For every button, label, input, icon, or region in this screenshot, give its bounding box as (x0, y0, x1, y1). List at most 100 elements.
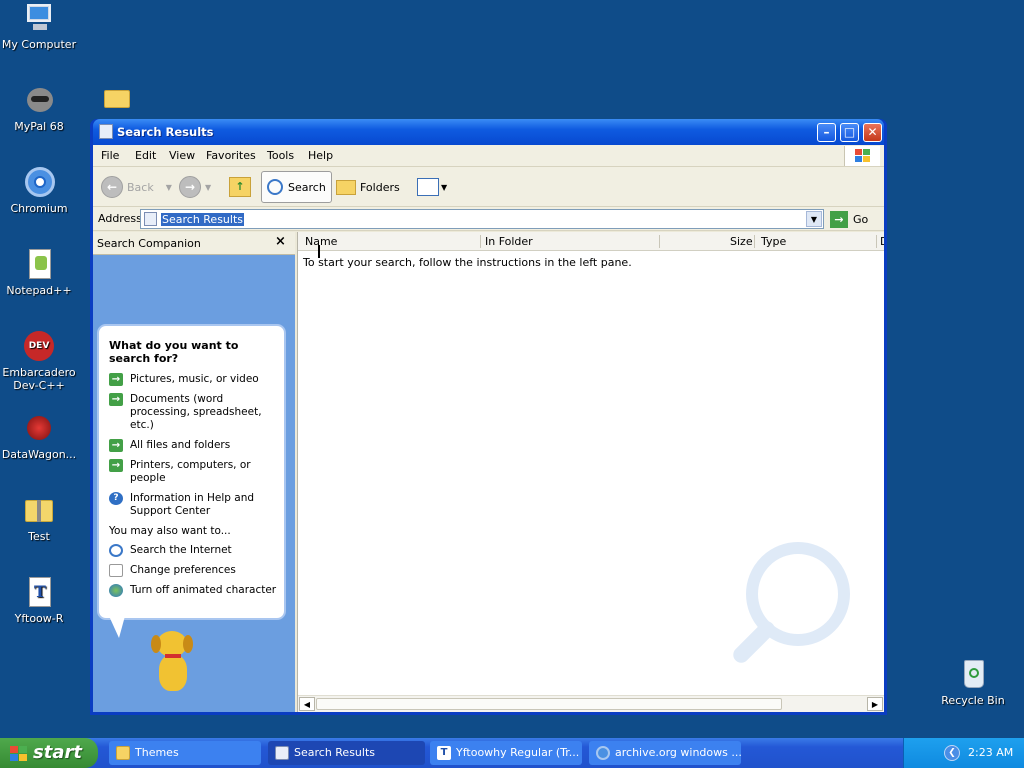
scroll-left-icon[interactable]: ◀ (299, 697, 315, 711)
menu-edit[interactable]: Edit (135, 149, 156, 162)
column-date[interactable]: D (880, 235, 884, 248)
task-themes[interactable]: Themes (109, 741, 261, 765)
menu-file[interactable]: File (101, 149, 119, 162)
results-pane: Name In Folder Size Type D To start your… (297, 232, 884, 712)
desktop-icon-label: Chromium (10, 202, 68, 215)
search-companion-header: Search Companion × (93, 232, 295, 255)
option-documents[interactable]: → Documents (word processing, spreadshee… (109, 393, 284, 432)
go-button[interactable]: → Go (830, 210, 868, 228)
task-label: archive.org windows ... (615, 746, 741, 759)
option-label: Turn off animated character (130, 584, 277, 596)
folders-icon (336, 179, 356, 195)
desktop-icon-label: MyPal 68 (14, 120, 64, 133)
back-arrow-icon: ← (101, 176, 123, 198)
search-dog-character-icon[interactable] (143, 627, 203, 697)
task-label: Search Results (294, 746, 376, 759)
search-question: What do you want to search for? (109, 339, 239, 365)
back-dropdown-icon: ▼ (165, 182, 172, 192)
desktop-icon-notepadpp[interactable]: Notepad++ (0, 248, 78, 297)
task-search-results[interactable]: Search Results (268, 741, 425, 765)
desktop-icon-datawagon[interactable]: DataWagon... (0, 412, 78, 461)
views-button[interactable]: ▼ (417, 171, 447, 203)
panes: Search Companion × What do you want to s… (93, 232, 884, 712)
scroll-right-icon[interactable]: ▶ (867, 697, 883, 711)
column-name[interactable]: Name (305, 235, 337, 248)
balloon-tail (109, 616, 125, 638)
search-options-balloon: What do you want to search for? → Pictur… (97, 324, 286, 620)
menu-view[interactable]: View (169, 149, 195, 162)
option-printers[interactable]: → Printers, computers, or people (109, 459, 284, 485)
menu-help[interactable]: Help (308, 149, 333, 162)
system-tray: ❮ 2:23 AM (903, 738, 1024, 768)
desktop-icon-recycle-bin[interactable]: Recycle Bin (934, 658, 1012, 707)
help-icon: ? (109, 492, 123, 505)
address-input[interactable]: Search Results ▼ (140, 209, 824, 229)
text-cursor-icon (318, 245, 320, 258)
minimize-button[interactable]: – (817, 123, 836, 142)
green-arrow-icon: → (109, 373, 123, 386)
desktop-icon-test[interactable]: Test (0, 494, 78, 543)
option-pictures[interactable]: → Pictures, music, or video (109, 373, 284, 386)
results-column-header: Name In Folder Size Type D (298, 232, 884, 251)
desktop-icon-yftoow[interactable]: T Yftoow-R (0, 576, 78, 625)
option-turn-off-character[interactable]: Turn off animated character (109, 584, 284, 597)
desktop-icon-chromium[interactable]: Chromium (0, 166, 78, 215)
start-button[interactable]: start (0, 738, 98, 768)
desktop-icon-my-computer[interactable]: My Computer (0, 2, 78, 51)
tray-expand-chevron-icon[interactable]: ❮ (944, 745, 960, 761)
computer-icon (23, 2, 55, 34)
scroll-thumb[interactable] (316, 698, 782, 710)
search-window-icon (99, 124, 113, 139)
search-results-window: Search Results – □ ✕ File Edit View Favo… (90, 119, 887, 715)
task-archive-org[interactable]: archive.org windows ... (589, 741, 741, 765)
option-search-internet[interactable]: Search the Internet (109, 544, 284, 557)
chromium-icon (23, 166, 55, 198)
address-dropdown-icon[interactable]: ▼ (806, 211, 822, 227)
minimize-icon: – (823, 125, 830, 139)
menu-favorites[interactable]: Favorites (206, 149, 256, 162)
desktop-icon-mypal[interactable]: MyPal 68 (0, 84, 78, 133)
back-label: Back (127, 180, 154, 194)
forward-button[interactable]: → ▼ (179, 171, 211, 203)
start-label: start (33, 742, 82, 763)
menu-tools[interactable]: Tools (267, 149, 294, 162)
views-dropdown-icon: ▼ (441, 182, 448, 192)
maximize-icon: □ (843, 125, 856, 139)
search-button[interactable]: Search (261, 171, 332, 203)
option-change-preferences[interactable]: Change preferences (109, 564, 284, 577)
column-in-folder[interactable]: In Folder (485, 235, 533, 248)
desktop-icon-folder[interactable] (103, 84, 131, 114)
option-all-files[interactable]: → All files and folders (109, 439, 284, 452)
folders-label: Folders (360, 180, 400, 194)
windows-logo-icon (844, 146, 880, 166)
green-arrow-icon: → (109, 459, 123, 472)
magnifier-handle (729, 617, 779, 667)
desktop-icon-label: Yftoow-R (14, 612, 64, 625)
forward-arrow-icon: → (179, 176, 201, 198)
column-type[interactable]: Type (761, 235, 786, 248)
back-button[interactable]: ← Back ▼ (101, 171, 172, 203)
option-label: Information in Help and Support Center (130, 492, 255, 517)
green-arrow-icon: → (109, 393, 123, 406)
close-pane-icon[interactable]: × (275, 234, 286, 249)
green-arrow-icon: → (109, 439, 123, 452)
close-button[interactable]: ✕ (863, 123, 882, 142)
up-folder-button[interactable]: ↑ (229, 171, 251, 203)
column-size[interactable]: Size (730, 235, 753, 248)
folders-button[interactable]: Folders (336, 171, 400, 203)
task-yftoowhy[interactable]: T Yftoowhy Regular (Tr... (430, 741, 582, 765)
desktop-icon-devcpp[interactable]: DEV Embarcadero Dev-C++ (0, 330, 78, 392)
search-results-icon (144, 212, 157, 226)
close-icon: ✕ (867, 125, 878, 139)
window-titlebar[interactable]: Search Results – □ ✕ (93, 119, 884, 145)
desktop-icon-label: Recycle Bin (941, 694, 1005, 707)
horizontal-scrollbar[interactable]: ◀ ▶ (298, 695, 884, 712)
datawagon-icon (23, 412, 55, 444)
font-file-icon: T (23, 576, 55, 608)
task-label: Yftoowhy Regular (Tr... (456, 746, 580, 759)
font-file-icon: T (437, 746, 451, 760)
toolbar: ← Back ▼ → ▼ ↑ Search Folders ▼ (93, 167, 884, 207)
option-help-center[interactable]: ? Information in Help and Support Center (109, 492, 284, 518)
clock[interactable]: 2:23 AM (968, 746, 1013, 759)
maximize-button[interactable]: □ (840, 123, 859, 142)
